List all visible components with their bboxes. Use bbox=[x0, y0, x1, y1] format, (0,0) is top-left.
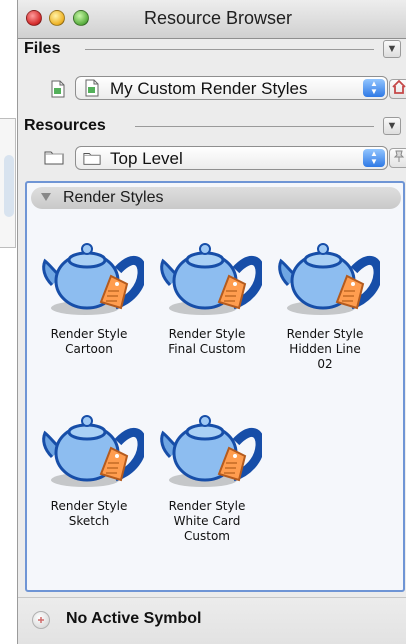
resource-item-label: Render Style Cartoon bbox=[50, 327, 128, 356]
render-styles-group-header[interactable]: Render Styles bbox=[31, 187, 401, 209]
background-panel bbox=[0, 118, 16, 248]
resources-stepper-icon: ▲ ▼ bbox=[363, 149, 385, 167]
minimize-window-button[interactable] bbox=[49, 10, 65, 26]
files-dropdown[interactable]: My Custom Render Styles ▲ ▼ bbox=[75, 76, 388, 100]
files-divider bbox=[85, 49, 374, 50]
disclosure-triangle-icon bbox=[41, 193, 51, 201]
resource-item-label: Render Style Sketch bbox=[50, 499, 128, 528]
home-icon bbox=[392, 79, 406, 99]
resource-item-cartoon[interactable]: Render Style Cartoon bbox=[34, 231, 147, 357]
resource-browser-window: Resource Browser Files ▼ My Custom Rende… bbox=[17, 0, 406, 644]
resources-section-header: Resources bbox=[24, 116, 106, 136]
resource-item-label: Render Style White Card Custom bbox=[168, 499, 246, 543]
files-selected-label: My Custom Render Styles bbox=[110, 79, 308, 98]
resource-item-sketch[interactable]: Render Style Sketch bbox=[34, 403, 147, 529]
files-label: Files bbox=[24, 40, 61, 57]
files-stepper-icon: ▲ ▼ bbox=[363, 79, 385, 97]
resources-divider bbox=[135, 126, 374, 127]
teapot-icon bbox=[152, 231, 265, 323]
chevron-down-icon: ▼ bbox=[386, 120, 398, 132]
resource-item-hidden-line-02[interactable]: Render Style Hidden Line 02 bbox=[270, 231, 383, 372]
zoom-window-button[interactable] bbox=[73, 10, 89, 26]
chevron-down-icon: ▼ bbox=[386, 43, 398, 55]
pushpin-icon bbox=[392, 149, 406, 168]
resource-item-label: Render Style Hidden Line 02 bbox=[286, 327, 364, 371]
close-window-button[interactable] bbox=[26, 10, 42, 26]
files-collapse-button[interactable]: ▼ bbox=[383, 40, 401, 58]
resource-item-final-custom[interactable]: Render Style Final Custom bbox=[152, 231, 265, 357]
resources-dropdown[interactable]: Top Level ▲ ▼ bbox=[75, 146, 388, 170]
file-icon bbox=[47, 78, 69, 100]
resource-item-white-card-custom[interactable]: Render Style White Card Custom bbox=[152, 403, 265, 544]
teapot-icon bbox=[34, 403, 147, 495]
render-styles-group-label: Render Styles bbox=[63, 189, 164, 206]
resource-item-label: Render Style Final Custom bbox=[168, 327, 246, 356]
status-bar: No Active Symbol bbox=[18, 597, 406, 644]
titlebar: Resource Browser bbox=[18, 0, 406, 39]
active-symbol-status: No Active Symbol bbox=[66, 610, 202, 627]
status-icon bbox=[32, 611, 50, 629]
files-section-header: Files bbox=[24, 39, 60, 59]
teapot-icon bbox=[270, 231, 383, 323]
resources-collapse-button[interactable]: ▼ bbox=[383, 117, 401, 135]
folder-icon bbox=[83, 149, 101, 167]
teapot-icon bbox=[34, 231, 147, 323]
document-icon bbox=[83, 79, 101, 97]
resources-label: Resources bbox=[24, 117, 106, 134]
resources-selected-label: Top Level bbox=[110, 149, 183, 168]
resources-list-panel[interactable]: Render Styles Render Style Cartoon Rende… bbox=[25, 181, 405, 592]
folder-icon bbox=[43, 146, 65, 168]
teapot-icon bbox=[152, 403, 265, 495]
pushpin-button[interactable] bbox=[389, 148, 406, 168]
window-title: Resource Browser bbox=[144, 8, 293, 28]
home-button[interactable] bbox=[389, 79, 406, 99]
